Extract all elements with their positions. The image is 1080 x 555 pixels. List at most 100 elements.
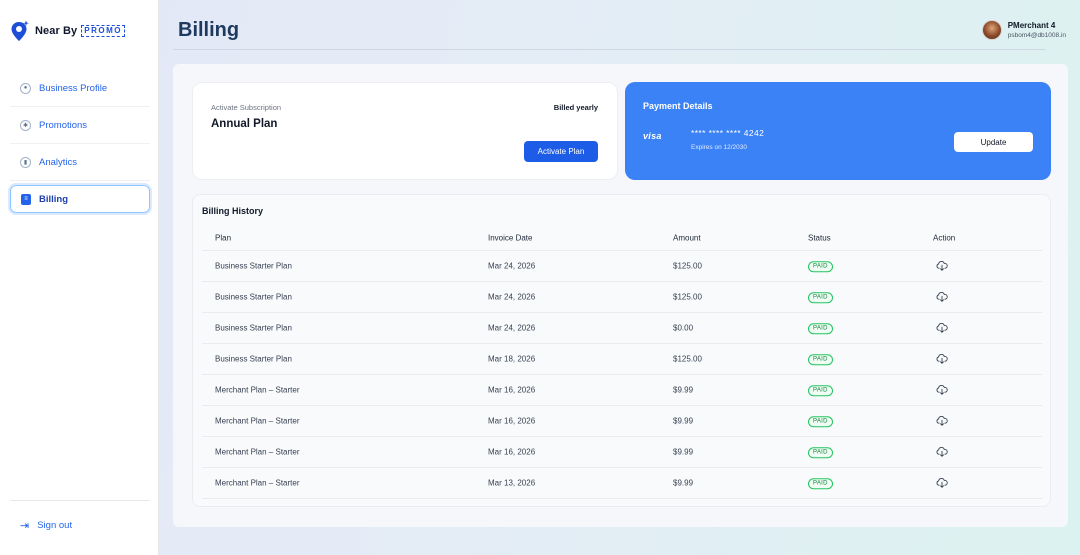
chart-icon: ▮ (20, 156, 31, 168)
status-badge-label: PAID (808, 477, 833, 489)
row-invoice-date: Mar 16, 2026 (488, 447, 536, 457)
brand-name: Near By (35, 25, 78, 37)
sidebar-nav: ● Business Profile ✱ Promotions ▮ Analyt… (10, 70, 150, 213)
sidebar-item-label: Billing (39, 193, 69, 205)
row-plan: Merchant Plan – Starter (215, 447, 300, 457)
row-amount: $9.99 (673, 447, 694, 457)
sign-out-icon: ⇥ (20, 520, 30, 532)
card-number: **** **** **** 4242 (691, 128, 765, 138)
sidebar: Near By PROMO ● Business Profile ✱ Promo… (0, 0, 159, 555)
table-row: Business Starter Plan Mar 24, 2026 $125.00… (202, 251, 1042, 282)
status-badge: PAID (808, 322, 833, 334)
status-badge-label: PAID (808, 353, 833, 365)
table-row: Business Starter Plan Mar 24, 2026 $125.00… (202, 282, 1042, 313)
status-badge: PAID (808, 384, 833, 396)
avatar (981, 20, 1002, 40)
status-badge: PAID (808, 477, 833, 489)
row-invoice-date: Mar 16, 2026 (488, 385, 536, 395)
row-plan: Business Starter Plan (215, 292, 292, 302)
payment-title: Payment Details (643, 101, 713, 111)
user-menu[interactable]: PMerchant 4 psbom4@db1008.in (981, 20, 1066, 40)
sidebar-divider (10, 500, 150, 501)
status-badge-label: PAID (808, 322, 833, 334)
brand-tag: PROMO (81, 25, 126, 37)
visa-logo-icon: visa (643, 131, 662, 141)
table-row: Business Starter Plan Mar 24, 2026 $0.00 PA… (202, 313, 1042, 344)
billing-history-title: Billing History (202, 206, 264, 216)
sidebar-item-promotions[interactable]: ✱ Promotions (10, 107, 150, 144)
cloud-download-icon[interactable] (936, 261, 948, 271)
table-row: Business Starter Plan Mar 18, 2026 $125.00… (202, 344, 1042, 375)
update-payment-button[interactable]: Update (954, 132, 1033, 152)
row-amount: $125.00 (673, 261, 702, 271)
status-badge: PAID (808, 260, 833, 272)
cloud-download-icon[interactable] (936, 354, 948, 364)
page-title: Billing (178, 19, 240, 41)
row-invoice-date: Mar 24, 2026 (488, 323, 536, 333)
column-header-amount: Amount (673, 233, 701, 242)
row-invoice-date: Mar 18, 2026 (488, 354, 536, 364)
user-email: psbom4@db1008.in (1007, 32, 1066, 39)
cloud-download-icon[interactable] (936, 385, 948, 395)
header-divider (173, 49, 1046, 50)
row-amount: $9.99 (673, 478, 694, 488)
status-badge: PAID (808, 291, 833, 303)
activate-plan-button[interactable]: Activate Plan (524, 141, 598, 162)
cloud-download-icon[interactable] (936, 416, 948, 426)
table-header-row: Plan Invoice Date Amount Status Action (202, 225, 1042, 251)
row-plan: Business Starter Plan (215, 323, 292, 333)
row-invoice-date: Mar 13, 2026 (488, 478, 536, 488)
row-plan: Merchant Plan – Starter (215, 385, 300, 395)
main-content: Activate Subscription Annual Plan Billed… (173, 64, 1068, 527)
sign-out-label: Sign out (37, 520, 73, 531)
sidebar-item-billing[interactable]: ≡ Billing (10, 185, 150, 213)
subscription-plan: Annual Plan (211, 118, 278, 130)
status-badge-label: PAID (808, 446, 833, 458)
billing-table: Plan Invoice Date Amount Status Action B… (202, 225, 1042, 499)
user-name: PMerchant 4 (1007, 21, 1056, 30)
sidebar-item-business-profile[interactable]: ● Business Profile (10, 70, 150, 107)
row-amount: $9.99 (673, 416, 694, 426)
sidebar-item-label: Promotions (39, 119, 88, 131)
column-header-plan: Plan (215, 233, 232, 242)
status-badge-label: PAID (808, 260, 833, 272)
sidebar-item-label: Business Profile (39, 82, 108, 94)
table-row: Merchant Plan – Starter Mar 16, 2026 $9.99… (202, 437, 1042, 468)
status-badge: PAID (808, 353, 833, 365)
status-badge-label: PAID (808, 291, 833, 303)
subscription-label: Activate Subscription (211, 103, 282, 112)
sidebar-item-analytics[interactable]: ▮ Analytics (10, 144, 150, 181)
status-badge: PAID (808, 415, 833, 427)
row-plan: Merchant Plan – Starter (215, 478, 300, 488)
user-info: PMerchant 4 psbom4@db1008.in (1008, 21, 1066, 39)
billing-cycle: Billed yearly (553, 103, 598, 112)
row-invoice-date: Mar 24, 2026 (488, 261, 536, 271)
row-plan: Merchant Plan – Starter (215, 416, 300, 426)
table-row: Merchant Plan – Starter Mar 13, 2026 $9.99… (202, 468, 1042, 499)
status-badge: PAID (808, 446, 833, 458)
user-circle-icon: ● (20, 82, 31, 94)
column-header-invoice-date: Invoice Date (488, 233, 533, 242)
cloud-download-icon[interactable] (936, 292, 948, 302)
card-expiry: Expires on 12/2030 (691, 144, 748, 151)
status-badge-label: PAID (808, 384, 833, 396)
cloud-download-icon[interactable] (936, 447, 948, 457)
payment-card: Payment Details visa **** **** **** 4242… (625, 82, 1051, 180)
gear-badge-icon: ✱ (20, 119, 31, 131)
cloud-download-icon[interactable] (936, 478, 948, 488)
location-pin-icon (11, 20, 29, 41)
brand-logo[interactable]: Near By PROMO (10, 20, 126, 42)
sidebar-item-label: Analytics (39, 156, 78, 168)
table-row: Merchant Plan – Starter Mar 16, 2026 $9.99… (202, 375, 1042, 406)
row-amount: $125.00 (673, 292, 702, 302)
document-icon: ≡ (21, 193, 31, 205)
row-amount: $125.00 (673, 354, 702, 364)
column-header-status: Status (808, 233, 831, 242)
row-plan: Business Starter Plan (215, 261, 292, 271)
row-plan: Business Starter Plan (215, 354, 292, 364)
cloud-download-icon[interactable] (936, 323, 948, 333)
sign-out-button[interactable]: ⇥ Sign out (20, 519, 72, 532)
status-badge-label: PAID (808, 415, 833, 427)
row-invoice-date: Mar 16, 2026 (488, 416, 536, 426)
column-header-action: Action (933, 233, 956, 242)
